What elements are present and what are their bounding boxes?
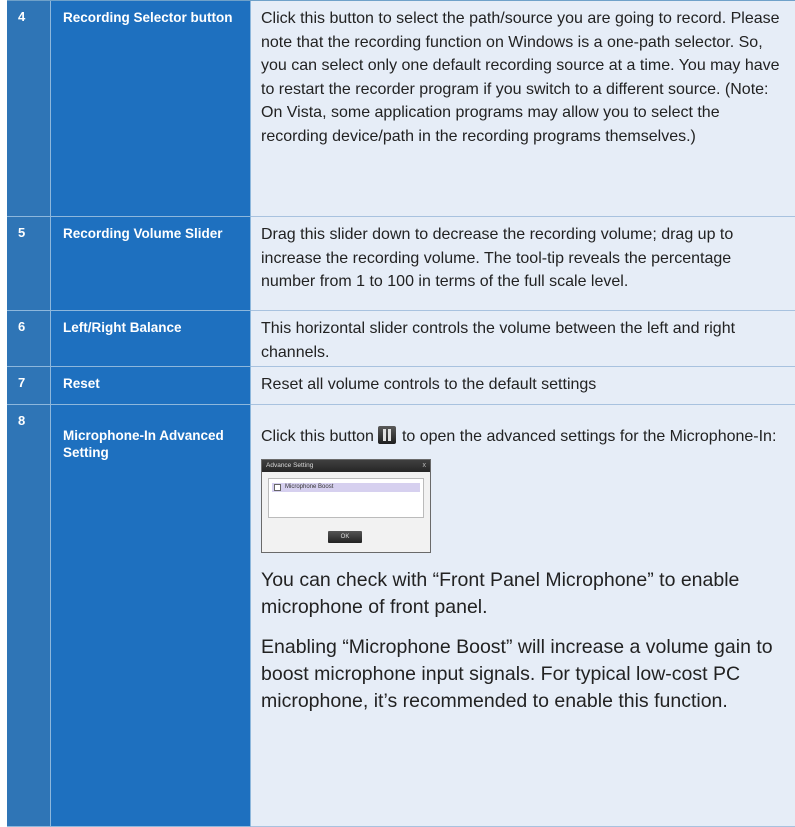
dialog-title-bar: Advance Setting x [262, 459, 430, 472]
description-text: Click this button to select the path/sou… [261, 10, 780, 145]
description-text: Reset all volume controls to the default… [261, 376, 597, 393]
feature-description: Click this button to open the advanced se… [251, 405, 795, 827]
ok-button: OK [328, 530, 362, 543]
microphone-boost-row: Microphone Boost [272, 482, 420, 492]
row-number: 5 [7, 217, 51, 311]
feature-name: Microphone-In Advanced Setting [51, 405, 251, 827]
description-text: Drag this slider down to decrease the re… [261, 226, 734, 290]
description-text-part: to open the advanced settings for the Mi… [401, 428, 777, 445]
row-number: 8 [7, 405, 51, 827]
feature-name: Recording Selector button [51, 1, 251, 217]
dialog-title: Advance Setting [266, 461, 314, 469]
close-icon: x [422, 461, 427, 469]
feature-description: Click this button to select the path/sou… [251, 1, 795, 217]
feature-description: This horizontal slider controls the volu… [251, 311, 795, 367]
advance-setting-dialog-screenshot: Advance Setting x Microphone Boost OK [261, 458, 431, 553]
feature-name: Reset [51, 367, 251, 405]
microphone-boost-paragraph: Enabling “Microphone Boost” will increas… [261, 635, 773, 712]
checkbox-icon [274, 483, 281, 491]
dialog-panel: Microphone Boost [268, 477, 424, 518]
checkbox-label: Microphone Boost [285, 483, 334, 490]
description-text-part: Click this button [261, 428, 374, 445]
row-number: 7 [7, 367, 51, 405]
feature-description: Drag this slider down to decrease the re… [251, 217, 795, 311]
description-text: Click this button to open the advanced se… [261, 425, 783, 449]
feature-name: Recording Volume Slider [51, 217, 251, 311]
row-number: 6 [7, 311, 51, 367]
feature-name: Left/Right Balance [51, 311, 251, 367]
feature-table: 4 Recording Selector button Click this b… [7, 0, 795, 827]
description-text: This horizontal slider controls the volu… [261, 320, 736, 361]
row-number: 4 [7, 1, 51, 217]
front-panel-paragraph: You can check with “Front Panel Micropho… [261, 568, 740, 618]
advanced-settings-icon [377, 426, 396, 444]
feature-description: Reset all volume controls to the default… [251, 367, 795, 405]
